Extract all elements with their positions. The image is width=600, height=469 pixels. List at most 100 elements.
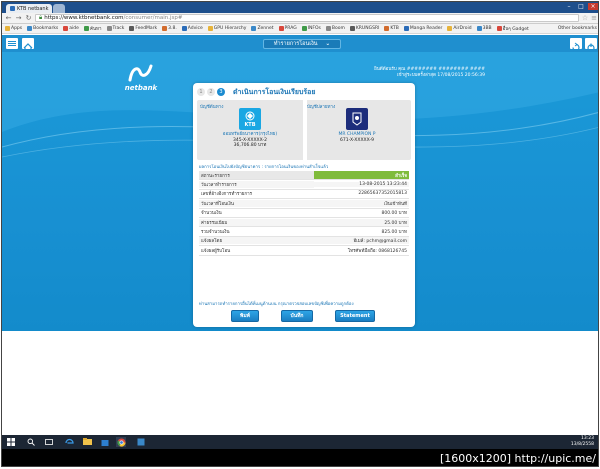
chrome-icon[interactable] [116,437,126,447]
bookmarks-bar: Apps Bookmarks aide ค้นหา Track FeedMark 3.8. A… [2,24,598,34]
bookmark-favicon-icon [106,26,112,31]
bookmark-item[interactable]: Track [106,26,124,31]
bookmark-item[interactable]: aide [63,26,79,31]
forward-icon[interactable]: → [15,14,22,22]
table-row: แจ้งผลผู้รับโอน โทรศัพท์มือถือ: 086812674… [199,246,409,256]
bookmark-item[interactable]: KRUNGSRI [349,26,379,31]
bookmark-item[interactable]: Bookmarks [27,26,58,31]
bookmark-label: KTB [390,26,399,31]
bookmark-item[interactable]: อื่นๆ Gadget [496,25,529,32]
table-row: ค่าธรรมเนียม 25.00 บาท [199,218,409,228]
logout-icon[interactable] [585,38,597,52]
search-icon[interactable] [26,437,36,447]
bookmark-label: Apps [11,26,23,31]
bookmark-item[interactable]: Manga Reader [403,26,443,31]
bookmark-label: Advice [187,26,203,31]
save-button[interactable]: บันทึก [281,310,313,322]
bookmark-item[interactable]: Zennet [251,26,274,31]
to-account-number: 671-X-XXXXX-9 [340,137,374,143]
browser-tab[interactable]: KTB netbank [6,4,53,13]
bookmark-favicon-icon [349,26,355,31]
bookmark-item[interactable]: INFOs [301,26,321,31]
bookmark-item[interactable]: Boom [325,26,345,31]
bookmark-item[interactable]: KTB [384,26,399,31]
bookmark-favicon-icon [301,26,307,31]
bookmark-label: 3BB [482,26,492,31]
minimize-icon[interactable]: – [564,3,574,10]
reload-icon[interactable]: ↻ [25,14,32,22]
bookmark-item[interactable]: AirDroid [447,26,472,31]
start-windows-icon[interactable] [6,437,16,447]
step-1: 1 [197,88,205,96]
ktb-bank-icon: KTB [239,108,261,130]
bookmark-favicon-icon [278,26,284,31]
table-row: จำนวนเงิน 800.00 บาท [199,209,409,218]
bookmark-star-icon[interactable]: ☆ [582,14,588,22]
bookmark-item[interactable]: 3BB [476,26,492,31]
bookmark-item[interactable]: ค้นหา [83,25,102,32]
details-table: สถานะรายการ สำเร็จ วันเวลาทำรายการ 13-08-20… [199,171,409,256]
bookmark-favicon-icon [129,26,135,31]
row-value: 25.00 บาท [314,218,409,226]
hamburger-menu-icon[interactable] [6,38,18,49]
file-explorer-icon[interactable] [82,437,92,447]
bookmark-favicon-icon [207,26,213,31]
bangkok-bank-icon [346,108,368,130]
transaction-menu-select[interactable]: ทำรายการโอนเงิน ⌄ [263,39,341,49]
statement-button[interactable]: Statement [335,310,375,322]
logo-text: netbank [124,84,158,92]
bookmark-favicon-icon [181,26,187,31]
warning-text: ท่านสามารถทำรายการอื่นได้ที่เมนูด้านบน ก… [199,302,354,307]
last-login-text: เข้าสู่ระบบครั้งล่าสุด 17/08/2015 20:56:… [396,73,485,78]
close-icon[interactable]: × [588,3,598,10]
row-label: วันเวลาที่โอนเงิน [199,199,314,207]
edge-browser-icon[interactable] [64,437,74,447]
bookmark-label: aide [69,26,79,31]
refresh-icon[interactable] [570,38,582,52]
from-heading: บัญชีต้นทาง [200,105,224,110]
bookmark-item[interactable]: Apps [5,26,22,31]
bookmark-label: FeedMark [135,26,158,31]
bookmark-item[interactable]: Advice [181,26,203,31]
bookmark-label: PRAG [284,26,297,31]
chevron-down-icon: ⌄ [325,41,331,47]
table-row: วันเวลาทำรายการ 13-08-2015 13:23:44 [199,180,409,190]
bookmark-item[interactable]: FeedMark [129,26,157,31]
result-note: ผลการโอนเงินไปยังบัญชีธนาคาร : รายการโอน… [199,165,329,170]
bookmark-item[interactable]: 3.8. [162,26,177,31]
menu-icon[interactable]: ≡ [591,14,597,22]
row-value: โทรศัพท์มือถือ: 0868126745 [347,248,407,254]
row-value: 22865637352015813 [358,191,407,197]
app-icon[interactable] [136,437,146,447]
tab-label: KTB netbank [17,5,49,12]
bookmark-item[interactable]: PRAG [278,26,297,31]
bookmark-favicon-icon [476,26,482,31]
to-heading: บัญชีปลายทาง [307,105,336,110]
back-icon[interactable]: ← [5,14,12,22]
clock[interactable]: 13:23 13/8/2558 [571,436,594,447]
maximize-icon[interactable]: □ [576,3,586,10]
bookmark-favicon-icon [384,26,390,31]
task-view-icon[interactable] [44,437,54,447]
row-label: รวมจำนวนเงิน [201,230,230,236]
row-value: 800.00 บาท [381,211,407,217]
row-value: 13-08-2015 13:23:44 [314,182,409,188]
table-row: เลขที่อ้างอิงการทำรายการ 2286563735201581… [199,190,409,200]
transaction-menu-label: ทำรายการโอนเงิน [273,41,318,47]
bookmark-label: INFOs [307,26,321,31]
new-tab-button[interactable] [53,4,66,13]
url-path: /consumer/main.jsp# [123,15,183,21]
bookmark-item[interactable]: GPU Hierarchy [207,26,246,31]
main-content: netbank ยินดีต้อนรับ คุณ ######## ######… [2,52,598,331]
home-icon[interactable] [22,38,34,53]
row-label: จำนวนเงิน [201,211,222,217]
other-bookmarks[interactable]: Other bookmarks [558,26,598,31]
store-icon[interactable] [100,437,110,447]
lock-icon: 🔒︎ [39,14,43,21]
tab-favicon-icon [10,6,15,11]
url-input[interactable]: 🔒︎ https://www.ktbnetbank.com/consumer/m… [35,14,579,22]
taskbar: 13:23 13/8/2558 [2,435,598,449]
print-button[interactable]: พิมพ์ [231,310,259,322]
bookmark-label: Manga Reader [409,26,443,31]
card-title: ดำเนินการโอนเงินเรียบร้อย [233,88,316,96]
